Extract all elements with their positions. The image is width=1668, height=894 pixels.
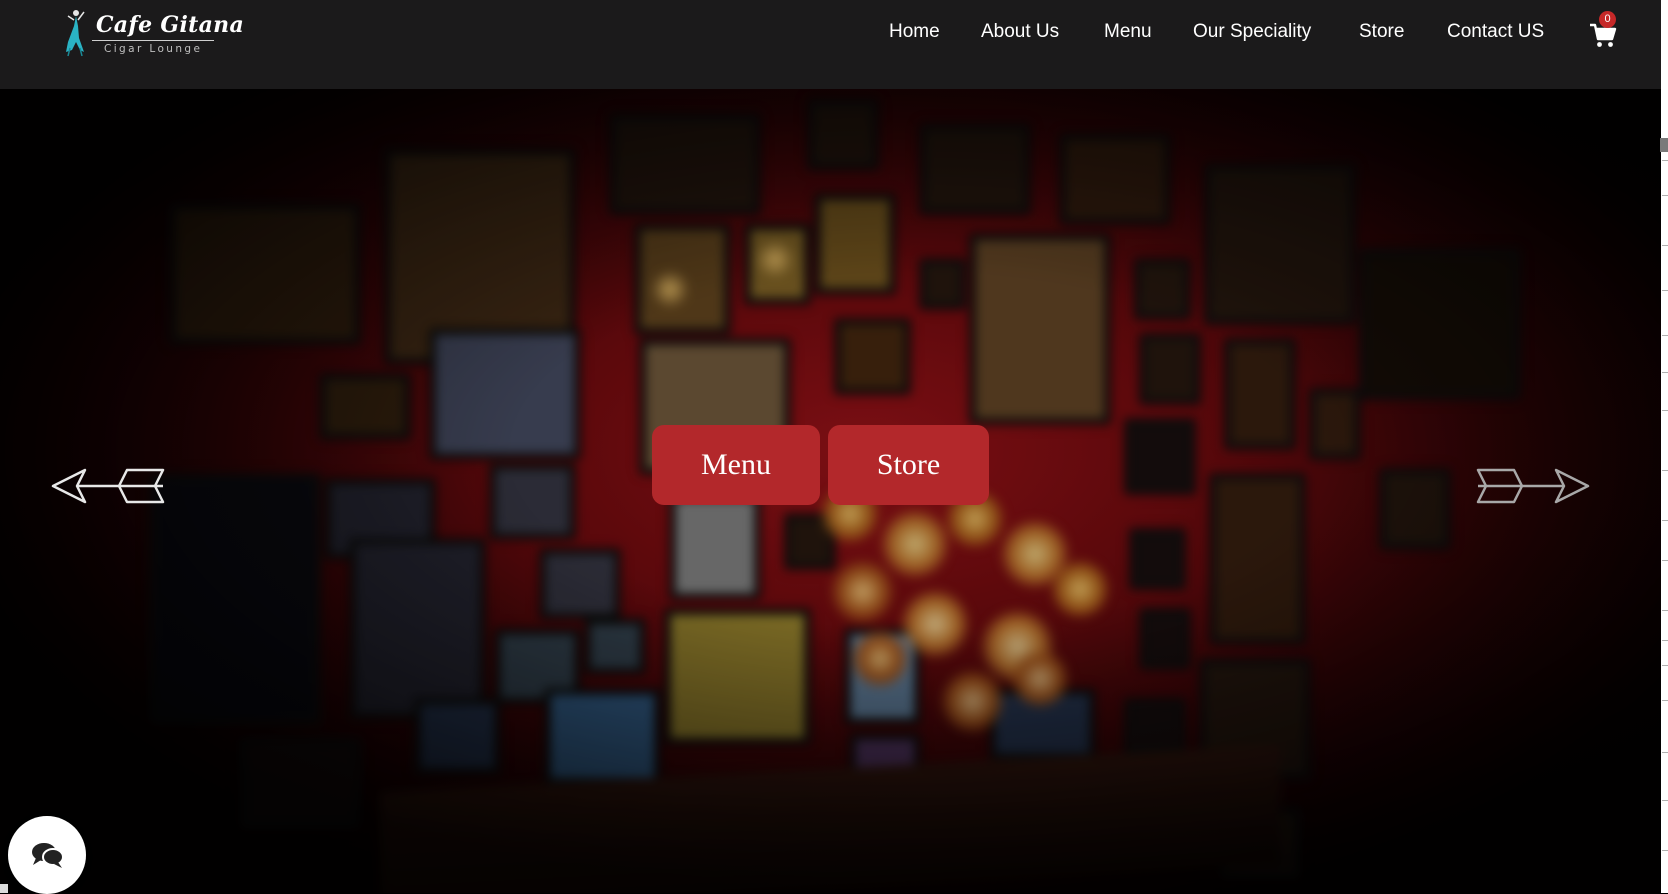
cart-count-badge: 0 bbox=[1599, 11, 1616, 28]
brand-title: Cafe Gitana bbox=[96, 12, 244, 38]
scrollbar-mark bbox=[1662, 560, 1668, 561]
site-header: Cafe Gitana Cigar Lounge Home About Us M… bbox=[0, 0, 1661, 89]
dancer-logo-icon bbox=[66, 10, 85, 57]
status-url-bar: ​ bbox=[0, 884, 8, 893]
brand-logo[interactable]: Cafe Gitana Cigar Lounge bbox=[62, 8, 244, 58]
scrollbar-mark bbox=[1662, 610, 1668, 611]
scrollbar-mark bbox=[1662, 335, 1668, 336]
nav-home[interactable]: Home bbox=[889, 19, 940, 45]
chat-button[interactable] bbox=[8, 816, 86, 894]
brand-divider bbox=[92, 40, 214, 41]
scrollbar-mark bbox=[1662, 520, 1668, 521]
nav-contact-us[interactable]: Contact US bbox=[1447, 19, 1544, 45]
scrollbar-mark bbox=[1662, 470, 1668, 471]
nav-menu[interactable]: Menu bbox=[1104, 19, 1152, 45]
nav-our-speciality[interactable]: Our Speciality bbox=[1193, 19, 1311, 45]
arrow-right-icon[interactable] bbox=[1474, 466, 1590, 506]
scrollbar-mark bbox=[1662, 700, 1668, 701]
page-scrollbar[interactable] bbox=[1661, 0, 1668, 893]
scrollbar-mark bbox=[1662, 290, 1668, 291]
nav-store[interactable]: Store bbox=[1359, 19, 1404, 45]
scrollbar-mark bbox=[1662, 752, 1668, 753]
scrollbar-mark bbox=[1662, 195, 1668, 196]
store-button[interactable]: Store bbox=[828, 425, 989, 505]
scrollbar-mark bbox=[1662, 245, 1668, 246]
nav-about-us[interactable]: About Us bbox=[981, 19, 1059, 45]
scrollbar-thumb[interactable] bbox=[1660, 138, 1668, 152]
scrollbar-mark bbox=[1662, 665, 1668, 666]
scrollbar-mark bbox=[1662, 800, 1668, 801]
scrollbar-mark bbox=[1662, 372, 1668, 373]
chat-bubbles-icon bbox=[32, 843, 64, 868]
scrollbar-mark bbox=[1662, 640, 1668, 641]
menu-button[interactable]: Menu bbox=[652, 425, 820, 505]
scrollbar-mark bbox=[1662, 160, 1668, 161]
brand-subtitle: Cigar Lounge bbox=[104, 43, 203, 55]
scrollbar-mark bbox=[1662, 850, 1668, 851]
arrow-left-icon[interactable] bbox=[51, 466, 167, 506]
scrollbar-mark bbox=[1662, 410, 1668, 411]
